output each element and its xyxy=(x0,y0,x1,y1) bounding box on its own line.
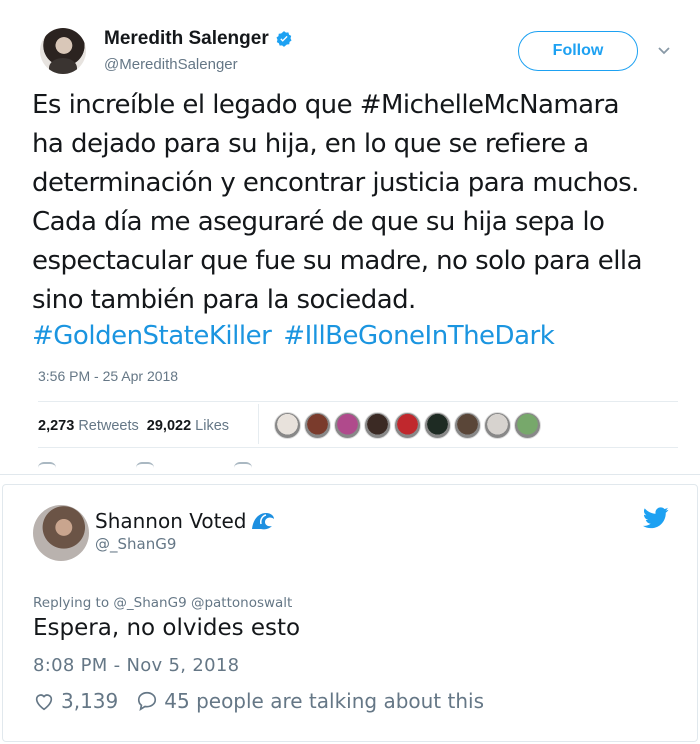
divider xyxy=(38,401,678,402)
avatar[interactable] xyxy=(33,505,89,561)
divider xyxy=(0,474,700,484)
reply-author-name-row[interactable]: Shannon Voted xyxy=(95,509,276,533)
author-name[interactable]: Meredith Salenger xyxy=(104,28,269,50)
likes-stat[interactable]: 29,022 Likes xyxy=(147,418,229,434)
reply-text: Espera, no olvides esto xyxy=(33,615,301,641)
liker-avatar[interactable] xyxy=(274,412,301,439)
tweet-timestamp[interactable]: 3:56 PM - 25 Apr 2018 xyxy=(38,368,178,384)
retweets-stat[interactable]: 2,273 Retweets xyxy=(38,418,139,434)
divider xyxy=(38,447,678,448)
liker-avatar[interactable] xyxy=(304,412,331,439)
author-name-row[interactable]: Meredith Salenger xyxy=(104,28,293,50)
twitter-bird-icon[interactable] xyxy=(643,507,669,529)
reply-author-handle[interactable]: @_ShanG9 xyxy=(95,535,176,553)
reply-actions: 3,139 45 people are talking about this xyxy=(33,689,484,713)
talking-about[interactable]: 45 people are talking about this xyxy=(164,689,484,713)
author-handle[interactable]: @MeredithSalenger xyxy=(104,56,238,73)
engagement-stats: 2,273 Retweets 29,022 Likes xyxy=(38,418,229,434)
tweet-line: Cada día me aseguraré de que su hija sep… xyxy=(32,207,605,237)
liker-avatar[interactable] xyxy=(364,412,391,439)
liker-avatar[interactable] xyxy=(514,412,541,439)
divider xyxy=(258,404,259,444)
tweet-line: espectacular que fue su madre, no solo p… xyxy=(32,246,643,276)
tweet-text: Es increíble el legado que #MichelleMcNa… xyxy=(32,86,682,320)
tweet-actions xyxy=(38,462,252,474)
follow-button[interactable]: Follow xyxy=(518,31,638,71)
reply-tweet-card: Shannon Voted @_ShanG9 Replying to @_Sha… xyxy=(2,484,698,742)
heart-icon[interactable] xyxy=(33,690,55,712)
reply-icon[interactable] xyxy=(38,462,56,474)
likers-avatars xyxy=(274,412,541,439)
liker-avatar[interactable] xyxy=(394,412,421,439)
tweet-line: sino también para la sociedad. xyxy=(32,285,416,315)
likes-count[interactable]: 3,139 xyxy=(61,689,118,713)
tweet-line: Es increíble el legado que #MichelleMcNa… xyxy=(32,90,620,120)
liker-avatar[interactable] xyxy=(334,412,361,439)
chevron-down-icon[interactable] xyxy=(656,42,672,58)
hashtag-row: #GoldenStateKiller #IllBeGoneInTheDark xyxy=(32,320,555,352)
reply-timestamp[interactable]: 8:08 PM - Nov 5, 2018 xyxy=(33,655,239,676)
retweet-icon[interactable] xyxy=(136,462,154,474)
reply-author-name[interactable]: Shannon Voted xyxy=(95,509,246,533)
comment-bubble-icon[interactable] xyxy=(136,690,158,712)
like-icon[interactable] xyxy=(234,462,252,474)
hashtag-link[interactable]: #GoldenStateKiller xyxy=(32,320,272,352)
replying-to: Replying to @_ShanG9 @pattonoswalt xyxy=(33,595,293,611)
liker-avatar[interactable] xyxy=(424,412,451,439)
liker-avatar[interactable] xyxy=(484,412,511,439)
wave-icon xyxy=(252,513,275,530)
embedded-tweet-card: Meredith Salenger @MeredithSalenger Foll… xyxy=(18,0,682,474)
avatar[interactable] xyxy=(40,28,86,74)
verified-badge-icon xyxy=(276,31,292,47)
liker-avatar[interactable] xyxy=(454,412,481,439)
tweet-line: determinación y encontrar justicia para … xyxy=(32,168,639,198)
hashtag-link[interactable]: #IllBeGoneInTheDark xyxy=(283,320,554,352)
tweet-line: ha dejado para su hija, en lo que se ref… xyxy=(32,129,589,159)
